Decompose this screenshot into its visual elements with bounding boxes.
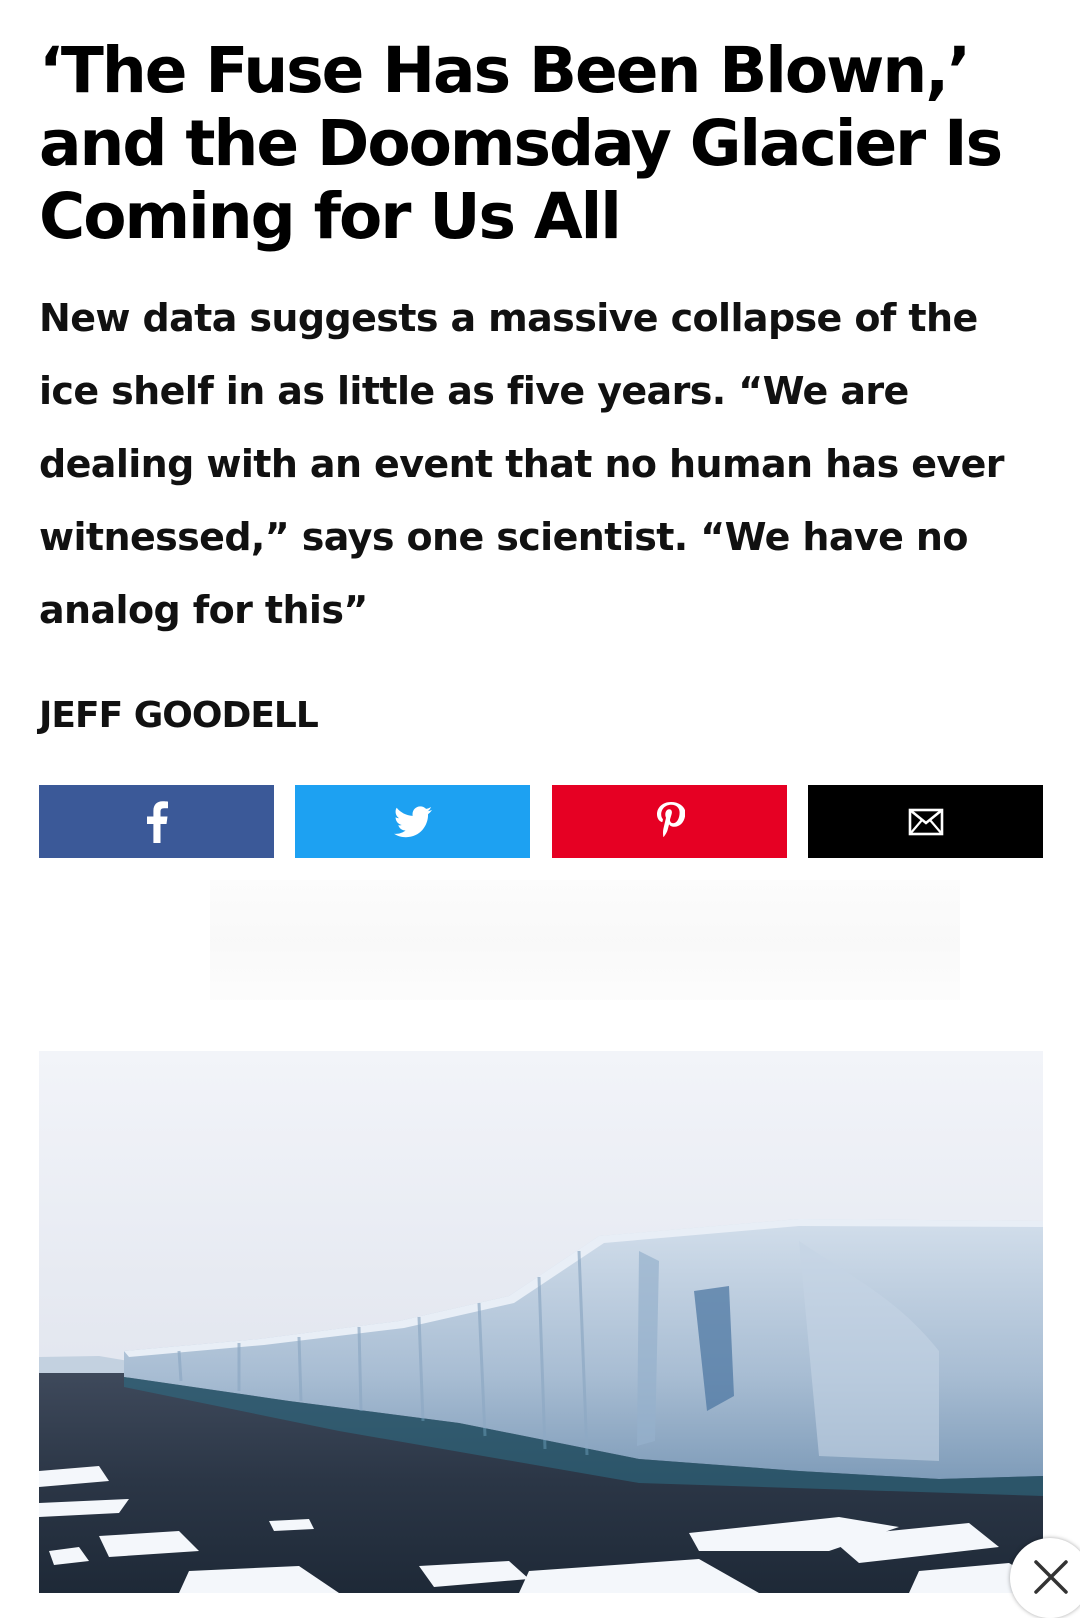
share-bar — [39, 785, 1043, 858]
share-pinterest-button[interactable] — [552, 785, 787, 858]
hero-image — [39, 1051, 1043, 1593]
twitter-bird-icon — [393, 805, 432, 837]
facebook-icon — [146, 800, 168, 843]
ice-shelf-photo — [39, 1051, 1043, 1593]
share-twitter-button[interactable] — [295, 785, 530, 858]
share-email-button[interactable] — [808, 785, 1043, 858]
author-byline[interactable]: JEFF GOODELL — [39, 694, 319, 738]
article-dek: New data suggests a massive collapse of … — [39, 296, 1004, 632]
article-headline: ‘The Fuse Has Been Blown,’ and the Dooms… — [39, 34, 1003, 253]
close-icon — [1034, 1560, 1068, 1594]
ad-placeholder — [210, 880, 960, 1000]
share-facebook-button[interactable] — [39, 785, 274, 858]
close-ad-button[interactable] — [1010, 1538, 1080, 1618]
pinterest-icon — [656, 801, 685, 837]
envelope-icon — [908, 808, 943, 835]
